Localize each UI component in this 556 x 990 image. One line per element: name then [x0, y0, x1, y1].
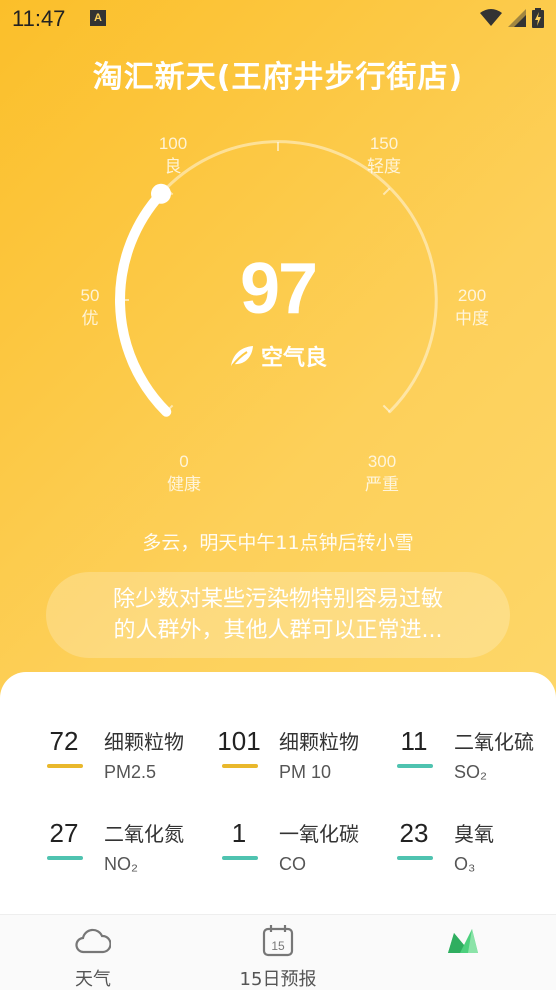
nav-label-15day: 15日预报	[239, 969, 317, 990]
pollutant-no2[interactable]: 27 二氧化氮 NO₂	[20, 804, 200, 884]
pollutant-code: PM2.5	[104, 762, 157, 782]
aqi-level-text: 空气良	[260, 346, 327, 371]
pollutant-name: 二氧化氮	[104, 822, 184, 846]
pollutant-bar	[47, 764, 83, 768]
pollutant-co[interactable]: 1 一氧化碳 CO	[195, 804, 375, 884]
gauge-label-300: 300 严重	[365, 452, 399, 494]
leaf-icon	[230, 346, 253, 367]
gauge-progress	[115, 188, 172, 417]
pollutant-pm25[interactable]: 72 细颗粒物 PM2.5	[20, 712, 200, 792]
pollutant-value: 27	[49, 818, 79, 848]
nav-tab-weather[interactable]: 天气	[40, 915, 146, 990]
gauge-label-50: 50 优	[80, 286, 100, 328]
cloud-icon	[75, 928, 111, 954]
gauge-label-0: 0 健康	[167, 452, 201, 494]
gauge-label-100: 100 良	[158, 134, 188, 176]
pollutant-name: 细颗粒物	[104, 730, 184, 754]
pollutant-value: 101	[217, 726, 261, 756]
pollutant-so2[interactable]: 11 二氧化硫 SO₂	[370, 712, 550, 792]
gauge-tick-4	[382, 187, 391, 196]
pollutant-bar	[47, 856, 83, 860]
pollutant-value: 11	[400, 726, 428, 756]
pollutant-pm10[interactable]: 101 细颗粒物 PM 10	[195, 712, 375, 792]
air-quality-icon	[448, 929, 478, 953]
advice-line-2: 的人群外，其他人群可以正常进...	[113, 618, 443, 643]
pollutant-name: 臭氧	[454, 822, 494, 846]
health-advice[interactable]: 除少数对某些污染物特别容易过敏 的人群外，其他人群可以正常进...	[46, 572, 510, 658]
pollutant-o3[interactable]: 23 臭氧 O₃	[370, 804, 550, 884]
aqi-level: 空气良	[178, 340, 378, 372]
bottom-nav: 天气 15 15日预报	[0, 914, 556, 990]
pollutant-name: 二氧化硫	[454, 730, 534, 754]
pollutant-value: 1	[231, 818, 247, 848]
gauge-tick-5	[382, 404, 391, 413]
pollutant-code: NO₂	[104, 854, 138, 874]
pollutant-bar	[397, 764, 433, 768]
pollutant-code: O₃	[454, 854, 476, 874]
weather-forecast: 多云，明天中午11点钟后转小雪	[142, 532, 414, 554]
pollutant-bar	[222, 764, 258, 768]
nav-label-weather: 天气	[75, 969, 111, 990]
pollutant-bar	[397, 856, 433, 860]
gauge-label-200: 200 中度	[455, 286, 489, 328]
gauge-knob	[151, 183, 171, 204]
calendar-badge: 15	[271, 939, 285, 953]
nav-tab-air-quality[interactable]	[420, 915, 506, 990]
pollutant-code: SO₂	[454, 762, 487, 782]
pollutant-name: 细颗粒物	[279, 730, 359, 754]
pollutant-value: 23	[399, 818, 429, 848]
calendar-icon: 15	[262, 925, 294, 957]
aqi-value: 97	[239, 249, 318, 329]
pollutant-panel: 72 细颗粒物 PM2.5 101 细颗粒物 PM 10 11 二氧化硫 SO₂…	[0, 672, 556, 916]
nav-tab-15day[interactable]: 15 15日预报	[220, 915, 336, 990]
pollutant-code: CO	[279, 854, 306, 874]
advice-line-1: 除少数对某些污染物特别容易过敏	[112, 587, 443, 612]
gauge-label-150: 150 轻度	[367, 134, 401, 176]
pollutant-code: PM 10	[279, 762, 332, 782]
pollutant-bar	[222, 856, 258, 860]
pollutant-value: 72	[49, 726, 79, 756]
pollutant-name: 一氧化碳	[279, 822, 359, 846]
